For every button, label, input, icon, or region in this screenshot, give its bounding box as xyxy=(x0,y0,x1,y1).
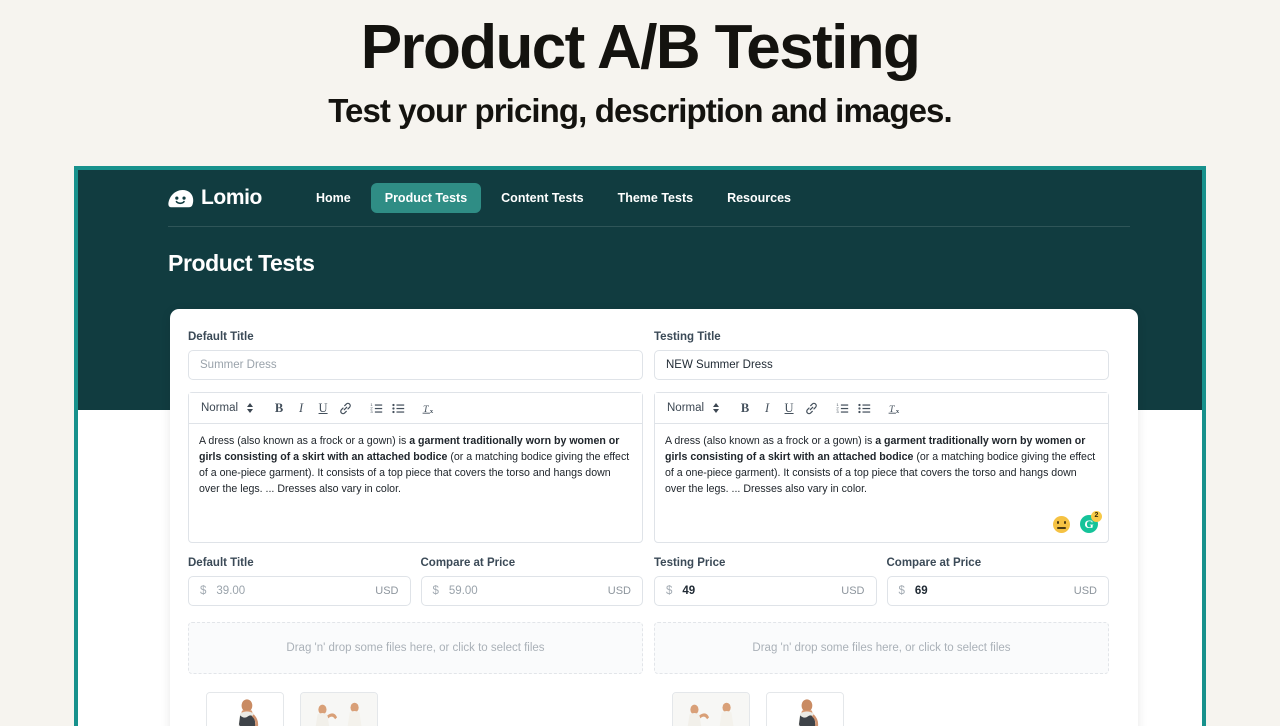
nav-item-theme-tests[interactable]: Theme Tests xyxy=(604,183,708,213)
testing-compare-currency: USD xyxy=(1073,585,1097,597)
default-price-value: 39.00 xyxy=(216,585,246,597)
nav-item-home[interactable]: Home xyxy=(302,183,365,213)
testing-price-input[interactable]: $ 49 USD xyxy=(654,576,877,606)
emoji-mouth xyxy=(1057,526,1066,529)
desc-part-1: A dress (also known as a frock or a gown… xyxy=(665,435,876,447)
text-style-value: Normal xyxy=(667,402,705,414)
link-icon[interactable] xyxy=(334,397,356,419)
variant-column-default: Default Title Summer Dress Normal B I U xyxy=(188,331,643,726)
dress-photo-b-icon xyxy=(673,693,749,726)
brand-name: Lomio xyxy=(201,186,262,209)
nav-item-resources[interactable]: Resources xyxy=(713,183,805,213)
testing-description-text[interactable]: A dress (also known as a frock or a gown… xyxy=(655,424,1108,542)
thumbnail-item[interactable] xyxy=(766,692,844,726)
svg-text:3: 3 xyxy=(370,409,373,414)
nav-item-product-tests[interactable]: Product Tests xyxy=(370,183,482,213)
currency-symbol-icon: $ xyxy=(200,585,207,597)
nav-item-content-tests[interactable]: Content Tests xyxy=(487,183,597,213)
testing-description-editor: Normal B I U 1 2 3 T x A dress (also kno… xyxy=(654,392,1109,543)
clear-format-icon[interactable]: T x xyxy=(884,397,906,419)
default-compare-label: Compare at Price xyxy=(420,557,516,569)
default-compare-input[interactable]: $ 59.00 USD xyxy=(420,576,643,606)
app-screenshot-frame: Lomio Home Product Tests Content Tests T… xyxy=(74,166,1206,726)
currency-symbol-icon: $ xyxy=(432,585,439,597)
testing-price-row: Testing Price $ 49 USD Compare at Price … xyxy=(654,557,1109,606)
testing-image-dropzone[interactable]: Drag 'n' drop some files here, or click … xyxy=(654,622,1109,674)
currency-symbol-icon: $ xyxy=(898,585,905,597)
testing-image-thumbnails xyxy=(654,692,1109,726)
italic-icon[interactable]: I xyxy=(756,397,778,419)
testing-title-input[interactable]: NEW Summer Dress xyxy=(654,350,1109,380)
underline-icon[interactable]: U xyxy=(312,397,334,419)
default-editor-toolbar: Normal B I U 1 2 3 T x xyxy=(189,393,642,424)
variant-column-testing: Testing Title NEW Summer Dress Normal B … xyxy=(654,331,1109,726)
testing-title-label: Testing Title xyxy=(654,331,721,343)
testing-price-cell: Testing Price $ 49 USD xyxy=(654,557,877,606)
default-price-input[interactable]: $ 39.00 USD xyxy=(188,576,411,606)
bold-icon[interactable]: B xyxy=(268,397,290,419)
thumbnail-item[interactable] xyxy=(300,692,378,726)
dress-photo-a-icon xyxy=(207,693,283,726)
desc-part-1: A dress (also known as a frock or a gown… xyxy=(199,435,410,447)
default-compare-value: 59.00 xyxy=(448,585,478,597)
clear-format-icon[interactable]: T x xyxy=(418,397,440,419)
svg-text:x: x xyxy=(429,407,433,414)
brand-logo[interactable]: Lomio xyxy=(168,186,262,210)
main-navbar: Lomio Home Product Tests Content Tests T… xyxy=(78,170,1202,226)
currency-symbol-icon: $ xyxy=(666,585,673,597)
page-subheadline: Test your pricing, description and image… xyxy=(328,92,952,130)
text-style-value: Normal xyxy=(201,402,239,414)
default-compare-currency: USD xyxy=(607,585,631,597)
default-image-thumbnails xyxy=(188,692,643,726)
text-style-dropdown[interactable]: Normal xyxy=(663,402,725,414)
default-image-dropzone[interactable]: Drag 'n' drop some files here, or click … xyxy=(188,622,643,674)
italic-icon[interactable]: I xyxy=(290,397,312,419)
default-price-row: Default Title $ 39.00 USD Compare at Pri… xyxy=(188,557,643,606)
testing-price-label: Testing Price xyxy=(654,557,726,569)
neutral-face-emoji-icon[interactable] xyxy=(1053,516,1070,533)
grammarly-indicator[interactable]: G 2 xyxy=(1080,511,1102,534)
bullet-list-icon[interactable] xyxy=(387,397,409,419)
hero-section: Product A/B Testing Test your pricing, d… xyxy=(0,0,1280,130)
svg-text:x: x xyxy=(895,407,899,414)
chevron-updown-icon xyxy=(247,403,254,413)
thumbnail-item[interactable] xyxy=(672,692,750,726)
page-headline: Product A/B Testing xyxy=(360,13,921,82)
grammarly-issue-count: 2 xyxy=(1091,511,1102,522)
underline-icon[interactable]: U xyxy=(778,397,800,419)
testing-compare-label: Compare at Price xyxy=(886,557,982,569)
thumbnail-item[interactable] xyxy=(206,692,284,726)
testing-price-value: 49 xyxy=(682,585,696,597)
bold-icon[interactable]: B xyxy=(734,397,756,419)
nav-links: Home Product Tests Content Tests Theme T… xyxy=(302,183,805,213)
text-style-dropdown[interactable]: Normal xyxy=(197,402,259,414)
ordered-list-icon[interactable]: 1 2 3 xyxy=(365,397,387,419)
chevron-updown-icon xyxy=(713,403,720,413)
testing-compare-input[interactable]: $ 69 USD xyxy=(886,576,1109,606)
default-price-currency: USD xyxy=(375,585,399,597)
testing-editor-toolbar: Normal B I U 1 2 3 T x xyxy=(655,393,1108,424)
dress-photo-a-icon xyxy=(767,693,843,726)
testing-compare-cell: Compare at Price $ 69 USD xyxy=(886,557,1109,606)
default-title-label: Default Title xyxy=(188,331,254,343)
ordered-list-icon[interactable]: 1 2 3 xyxy=(831,397,853,419)
default-title-input[interactable]: Summer Dress xyxy=(188,350,643,380)
default-compare-cell: Compare at Price $ 59.00 USD xyxy=(420,557,643,606)
link-icon[interactable] xyxy=(800,397,822,419)
testing-compare-value: 69 xyxy=(914,585,928,597)
dress-photo-b-icon xyxy=(301,693,377,726)
default-price-label: Default Title xyxy=(188,557,254,569)
bullet-list-icon[interactable] xyxy=(853,397,875,419)
default-price-cell: Default Title $ 39.00 USD xyxy=(188,557,411,606)
default-description-text[interactable]: A dress (also known as a frock or a gown… xyxy=(189,424,642,542)
svg-text:3: 3 xyxy=(836,409,839,414)
lomio-blob-icon xyxy=(168,189,194,208)
editor-badges: G 2 xyxy=(1053,511,1102,534)
testing-price-currency: USD xyxy=(841,585,865,597)
navbar-divider xyxy=(168,226,1130,227)
default-description-editor: Normal B I U 1 2 3 T x A dress (also kno… xyxy=(188,392,643,543)
page-title: Product Tests xyxy=(168,250,315,276)
ab-test-editor-card: Default Title Summer Dress Normal B I U xyxy=(170,309,1138,726)
